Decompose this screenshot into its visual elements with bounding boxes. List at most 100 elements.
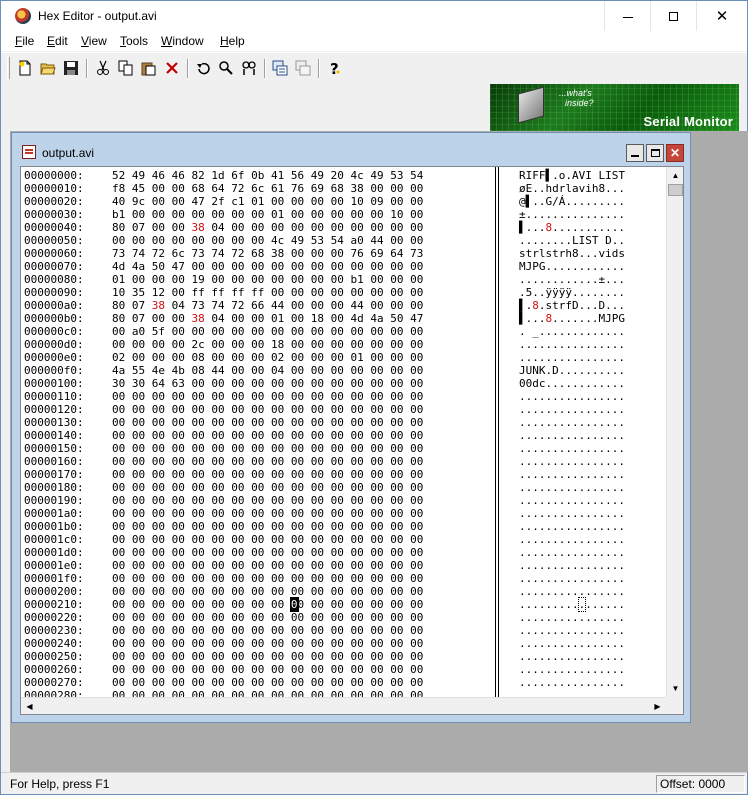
hex-byte[interactable]: 00 bbox=[351, 546, 364, 559]
hex-byte[interactable]: 00 bbox=[351, 650, 364, 663]
hex-byte[interactable]: 00 bbox=[331, 468, 344, 481]
hex-byte[interactable]: 00 bbox=[152, 195, 165, 208]
cut-button[interactable] bbox=[93, 58, 113, 78]
hex-byte[interactable]: 00 bbox=[410, 455, 423, 468]
hex-byte[interactable]: 00 bbox=[231, 416, 244, 429]
hex-byte[interactable]: 52 bbox=[112, 169, 125, 182]
hex-byte[interactable]: 00 bbox=[172, 689, 185, 697]
hex-byte[interactable]: 00 bbox=[271, 572, 284, 585]
row-hex-bytes[interactable]: 00 00 00 00 00 00 00 00 00 00 00 00 00 0… bbox=[112, 663, 423, 676]
hex-byte[interactable]: 00 bbox=[390, 286, 403, 299]
hex-byte[interactable]: 00 bbox=[351, 338, 364, 351]
hex-byte[interactable]: 00 bbox=[251, 663, 264, 676]
hex-byte[interactable]: 00 bbox=[172, 429, 185, 442]
hex-byte[interactable]: 00 bbox=[351, 260, 364, 273]
hex-byte[interactable]: 00 bbox=[311, 221, 324, 234]
hex-byte[interactable]: 00 bbox=[132, 494, 145, 507]
document-maximize-button[interactable] bbox=[646, 144, 664, 162]
hex-byte[interactable]: 00 bbox=[351, 611, 364, 624]
hex-byte[interactable]: 00 bbox=[251, 572, 264, 585]
hex-byte[interactable]: 00 bbox=[112, 403, 125, 416]
hex-byte[interactable]: 00 bbox=[291, 637, 304, 650]
hex-byte[interactable]: 00 bbox=[390, 520, 403, 533]
hex-byte[interactable]: 00 bbox=[192, 429, 205, 442]
hex-byte[interactable]: 00 bbox=[132, 403, 145, 416]
hex-byte[interactable]: 00 bbox=[311, 351, 324, 364]
hex-byte[interactable]: 74 bbox=[211, 299, 224, 312]
hex-byte[interactable]: 00 bbox=[291, 689, 304, 697]
hex-byte[interactable]: ff bbox=[231, 286, 244, 299]
hex-byte[interactable]: 00 bbox=[192, 234, 205, 247]
hex-byte[interactable]: 00 bbox=[132, 390, 145, 403]
hex-byte[interactable]: 49 bbox=[370, 169, 383, 182]
hex-byte[interactable]: 00 bbox=[331, 325, 344, 338]
hex-byte[interactable]: 00 bbox=[152, 533, 165, 546]
row-hex-bytes[interactable]: 00 00 00 00 00 00 00 00 00 00 00 00 00 0… bbox=[112, 676, 423, 689]
row-ascii[interactable]: ................ bbox=[519, 676, 625, 689]
hex-byte[interactable]: 00 bbox=[331, 286, 344, 299]
hex-byte[interactable]: 00 bbox=[172, 325, 185, 338]
hex-byte[interactable]: 00 bbox=[172, 533, 185, 546]
hex-byte[interactable]: 00 bbox=[132, 208, 145, 221]
hex-byte[interactable]: 00 bbox=[192, 468, 205, 481]
hex-byte[interactable]: 00 bbox=[251, 377, 264, 390]
hex-byte[interactable]: 00 bbox=[172, 286, 185, 299]
hex-byte[interactable]: 00 bbox=[390, 637, 403, 650]
row-hex-bytes[interactable]: 00 00 00 00 00 00 00 00 00 00 00 00 00 0… bbox=[112, 403, 423, 416]
hex-byte[interactable]: 00 bbox=[152, 468, 165, 481]
hex-byte[interactable]: 00 bbox=[211, 611, 224, 624]
hex-byte[interactable]: 00 bbox=[211, 520, 224, 533]
hex-byte[interactable]: 00 bbox=[311, 650, 324, 663]
hex-byte[interactable]: 00 bbox=[291, 455, 304, 468]
hex-byte[interactable]: 00 bbox=[231, 689, 244, 697]
hex-byte[interactable]: 00 bbox=[390, 546, 403, 559]
hex-byte[interactable]: 00 bbox=[410, 689, 423, 697]
hex-byte[interactable]: 00 bbox=[370, 273, 383, 286]
hex-byte[interactable]: 07 bbox=[132, 312, 145, 325]
hex-byte[interactable]: 00 bbox=[291, 546, 304, 559]
hex-byte[interactable]: 00 bbox=[231, 650, 244, 663]
hex-byte[interactable]: 73 bbox=[192, 247, 205, 260]
hex-byte[interactable]: 00 bbox=[390, 260, 403, 273]
hex-byte[interactable]: 30 bbox=[112, 377, 125, 390]
hex-byte[interactable]: 00 bbox=[192, 455, 205, 468]
hex-byte[interactable]: 00 bbox=[192, 650, 205, 663]
hex-byte[interactable]: 40 bbox=[112, 195, 125, 208]
row-ascii[interactable]: . _............. bbox=[519, 325, 625, 338]
hex-byte[interactable]: 00 bbox=[351, 325, 364, 338]
hex-byte[interactable]: 07 bbox=[132, 299, 145, 312]
hex-byte[interactable]: 00 bbox=[271, 455, 284, 468]
hex-byte[interactable]: 00 bbox=[192, 533, 205, 546]
vertical-scrollbar[interactable]: ▲ ▼ bbox=[666, 167, 683, 697]
hex-byte[interactable]: 00 bbox=[311, 676, 324, 689]
hex-byte[interactable]: 00 bbox=[331, 299, 344, 312]
hex-byte[interactable]: 00 bbox=[390, 234, 403, 247]
hex-byte[interactable]: 00 bbox=[311, 273, 324, 286]
hex-byte[interactable]: 00 bbox=[152, 182, 165, 195]
hex-byte[interactable]: 00 bbox=[410, 468, 423, 481]
hex-byte[interactable]: 00 bbox=[251, 260, 264, 273]
row-ascii[interactable]: ................ bbox=[519, 429, 625, 442]
row-ascii[interactable]: @▌..G/Á......... bbox=[519, 195, 625, 208]
hex-byte[interactable]: 00 bbox=[132, 468, 145, 481]
hex-byte[interactable]: 00 bbox=[390, 481, 403, 494]
row-ascii[interactable]: 00dc............ bbox=[519, 377, 625, 390]
hex-byte[interactable]: 00 bbox=[351, 572, 364, 585]
hex-byte[interactable]: a0 bbox=[132, 325, 145, 338]
hex-byte[interactable]: a0 bbox=[351, 234, 364, 247]
document-close-button[interactable]: ✕ bbox=[666, 144, 684, 162]
hex-byte[interactable]: 18 bbox=[311, 312, 324, 325]
row-hex-bytes[interactable]: 52 49 46 46 82 1d 6f 0b 41 56 49 20 4c 4… bbox=[112, 169, 423, 182]
hex-byte[interactable]: 00 bbox=[251, 520, 264, 533]
hex-byte[interactable]: 00 bbox=[311, 624, 324, 637]
horizontal-scrollbar[interactable]: ◀ ▶ bbox=[21, 697, 666, 714]
hex-byte[interactable]: 00 bbox=[370, 364, 383, 377]
hex-byte[interactable]: 00 bbox=[370, 208, 383, 221]
row-hex-bytes[interactable]: f8 45 00 00 68 64 72 6c 61 76 69 68 38 0… bbox=[112, 182, 423, 195]
hex-byte[interactable]: 00 bbox=[172, 559, 185, 572]
hex-byte[interactable]: 00 bbox=[370, 559, 383, 572]
hex-byte[interactable]: 00 bbox=[152, 546, 165, 559]
hex-byte[interactable]: 00 bbox=[152, 416, 165, 429]
hex-byte[interactable]: 00 bbox=[331, 390, 344, 403]
hex-byte[interactable]: 00 bbox=[231, 234, 244, 247]
